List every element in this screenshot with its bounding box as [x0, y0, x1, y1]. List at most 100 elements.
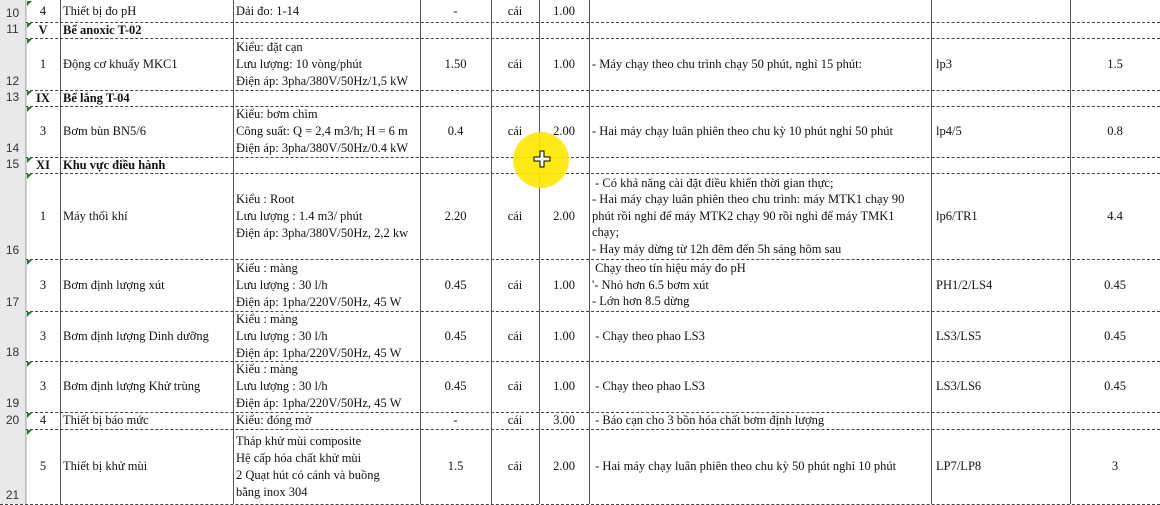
item-control-code[interactable]: lp3 — [931, 38, 1070, 90]
item-quantity[interactable]: 1.00 — [539, 311, 589, 361]
item-name[interactable]: Bơm định lượng Dinh dưỡng — [60, 311, 233, 361]
item-note[interactable] — [589, 0, 931, 22]
item-note[interactable]: Chạy theo tín hiệu máy đo pH '- Nhỏ hơn 6… — [589, 259, 931, 311]
item-spec[interactable]: Kiểu : màng Lưu lượng : 30 l/h Điện áp: 1p… — [233, 311, 420, 361]
note-line: - Lớn hơn 8.5 dừng — [592, 294, 690, 309]
item-name[interactable]: Bơm bùn BN5/6 — [60, 106, 233, 157]
item-number[interactable]: 4 — [26, 412, 60, 429]
item-power[interactable]: 2.20 — [420, 173, 491, 259]
item-power[interactable]: 0.4 — [420, 106, 491, 157]
item-number[interactable]: 3 — [26, 361, 60, 412]
item-number[interactable]: 5 — [26, 429, 60, 504]
item-control-code[interactable]: lp4/5 — [931, 106, 1070, 157]
section-title[interactable]: Bể lắng T-04 — [60, 90, 420, 106]
item-control-code[interactable]: LS3/LS6 — [931, 361, 1070, 412]
item-number[interactable]: 4 — [26, 0, 60, 22]
item-power[interactable]: 0.45 — [420, 361, 491, 412]
row-header[interactable]: 10 — [0, 0, 26, 22]
item-note[interactable]: - Báo cạn cho 3 bồn hóa chất bơm định lư… — [589, 412, 931, 429]
row-header[interactable]: 13 — [0, 90, 26, 106]
item-spec[interactable]: Kiểu: bơm chìm Công suất: Q = 2,4 m3/h; H… — [233, 106, 420, 157]
section-title[interactable]: Khu vực điều hành — [60, 157, 420, 173]
item-note[interactable]: - Hai máy chạy luân phiên theo chu kỳ 50… — [589, 429, 931, 504]
item-value[interactable]: 0.45 — [1070, 311, 1160, 361]
item-value[interactable]: 4.4 — [1070, 173, 1160, 259]
item-number[interactable]: 3 — [26, 106, 60, 157]
item-value[interactable]: 0.8 — [1070, 106, 1160, 157]
item-unit[interactable]: cái — [491, 412, 539, 429]
item-note[interactable]: - Máy chạy theo chu trình chạy 50 phút, … — [589, 38, 931, 90]
item-note[interactable]: - Chạy theo phao LS3 — [589, 361, 931, 412]
item-name[interactable]: Máy thổi khí — [60, 173, 233, 259]
item-control-code[interactable]: LP7/LP8 — [931, 429, 1070, 504]
item-value[interactable]: 1.5 — [1070, 38, 1160, 90]
item-control-code[interactable] — [931, 0, 1070, 22]
row-header[interactable]: 16 — [0, 173, 26, 259]
item-value[interactable] — [1070, 0, 1160, 22]
item-power[interactable]: 0.45 — [420, 311, 491, 361]
item-quantity[interactable]: 3.00 — [539, 412, 589, 429]
item-name[interactable]: Bơm định lượng xút — [60, 259, 233, 311]
item-unit[interactable]: cái — [491, 0, 539, 22]
item-unit[interactable]: cái — [491, 311, 539, 361]
item-name[interactable]: Động cơ khuấy MKC1 — [60, 38, 233, 90]
item-name[interactable]: Thiết bị báo mức — [60, 412, 233, 429]
row-header[interactable]: 11 — [0, 22, 26, 38]
item-spec[interactable]: Kiểu : màng Lưu lượng : 30 l/h Điện áp: 1p… — [233, 361, 420, 412]
item-value[interactable] — [1070, 412, 1160, 429]
section-number[interactable]: IX — [26, 90, 60, 106]
item-note[interactable]: - Có khả năng cài đặt điều khiển thời gi… — [589, 173, 931, 259]
item-note[interactable]: - Hai máy chạy luân phiên theo chu kỳ 10… — [589, 106, 931, 157]
item-name[interactable]: Bơm định lượng Khử trùng — [60, 361, 233, 412]
item-control-code[interactable]: lp6/TR1 — [931, 173, 1070, 259]
row-header[interactable]: 14 — [0, 106, 26, 157]
item-control-code[interactable] — [931, 412, 1070, 429]
item-power[interactable]: - — [420, 0, 491, 22]
row-header[interactable]: 12 — [0, 38, 26, 90]
row-header[interactable]: 15 — [0, 157, 26, 173]
item-spec[interactable]: Kiểu : Root Lưu lượng : 1.4 m3/ phút Điện … — [233, 173, 420, 259]
item-unit[interactable]: cái — [491, 361, 539, 412]
item-quantity[interactable]: 2.00 — [539, 429, 589, 504]
item-unit[interactable]: cái — [491, 259, 539, 311]
item-spec[interactable]: Kiểu: đóng mở — [233, 412, 420, 429]
item-number[interactable]: 1 — [26, 173, 60, 259]
section-number[interactable]: XI — [26, 157, 60, 173]
item-spec[interactable]: Dải đo: 1-14 — [233, 0, 420, 22]
spreadsheet-grid[interactable]: 10 4 Thiết bị đo pH - cái 1.00 Dải đo: 1-14 11 V… — [0, 0, 1160, 505]
item-number[interactable]: 3 — [26, 259, 60, 311]
row-header[interactable]: 18 — [0, 311, 26, 361]
item-quantity[interactable]: 1.00 — [539, 361, 589, 412]
spec-line: Hệ cấp hóa chất khử mùi — [236, 450, 362, 465]
item-power[interactable]: - — [420, 412, 491, 429]
row-header[interactable]: 20 — [0, 412, 26, 429]
item-spec[interactable]: Kiểu : màng Lưu lượng : 30 l/h Điện áp: 1p… — [233, 259, 420, 311]
item-value[interactable]: 0.45 — [1070, 259, 1160, 311]
row-header[interactable]: 17 — [0, 259, 26, 311]
item-quantity[interactable]: 1.00 — [539, 38, 589, 90]
item-number[interactable]: 3 — [26, 311, 60, 361]
item-power[interactable]: 0.45 — [420, 259, 491, 311]
item-control-code[interactable]: PH1/2/LS4 — [931, 259, 1070, 311]
item-note[interactable]: - Chạy theo phao LS3 — [589, 311, 931, 361]
section-title[interactable]: Bể anoxic T-02 — [60, 22, 420, 38]
item-unit[interactable]: cái — [491, 38, 539, 90]
item-unit[interactable]: cái — [491, 429, 539, 504]
item-number[interactable]: 1 — [26, 38, 60, 90]
item-spec[interactable]: Tháp khử mùi composite Hệ cấp hóa chất kh… — [233, 429, 420, 504]
section-number[interactable]: V — [26, 22, 60, 38]
item-power[interactable]: 1.50 — [420, 38, 491, 90]
item-control-code[interactable]: LS3/LS5 — [931, 311, 1070, 361]
item-spec[interactable]: Kiểu: đặt cạn Lưu lượng: 10 vòng/phút Điện… — [233, 38, 420, 90]
row-header[interactable]: 21 — [0, 429, 26, 504]
spec-line: Kiểu: bơm chìm — [236, 107, 318, 121]
note-line: - Chạy theo phao LS3 — [592, 328, 705, 343]
item-power[interactable]: 1.5 — [420, 429, 491, 504]
row-header[interactable]: 19 — [0, 361, 26, 412]
item-quantity[interactable]: 1.00 — [539, 259, 589, 311]
item-quantity[interactable]: 1.00 — [539, 0, 589, 22]
item-name[interactable]: Thiết bị đo pH — [60, 0, 233, 22]
item-value[interactable]: 3 — [1070, 429, 1160, 504]
item-name[interactable]: Thiết bị khử mùi — [60, 429, 233, 504]
item-value[interactable]: 0.45 — [1070, 361, 1160, 412]
